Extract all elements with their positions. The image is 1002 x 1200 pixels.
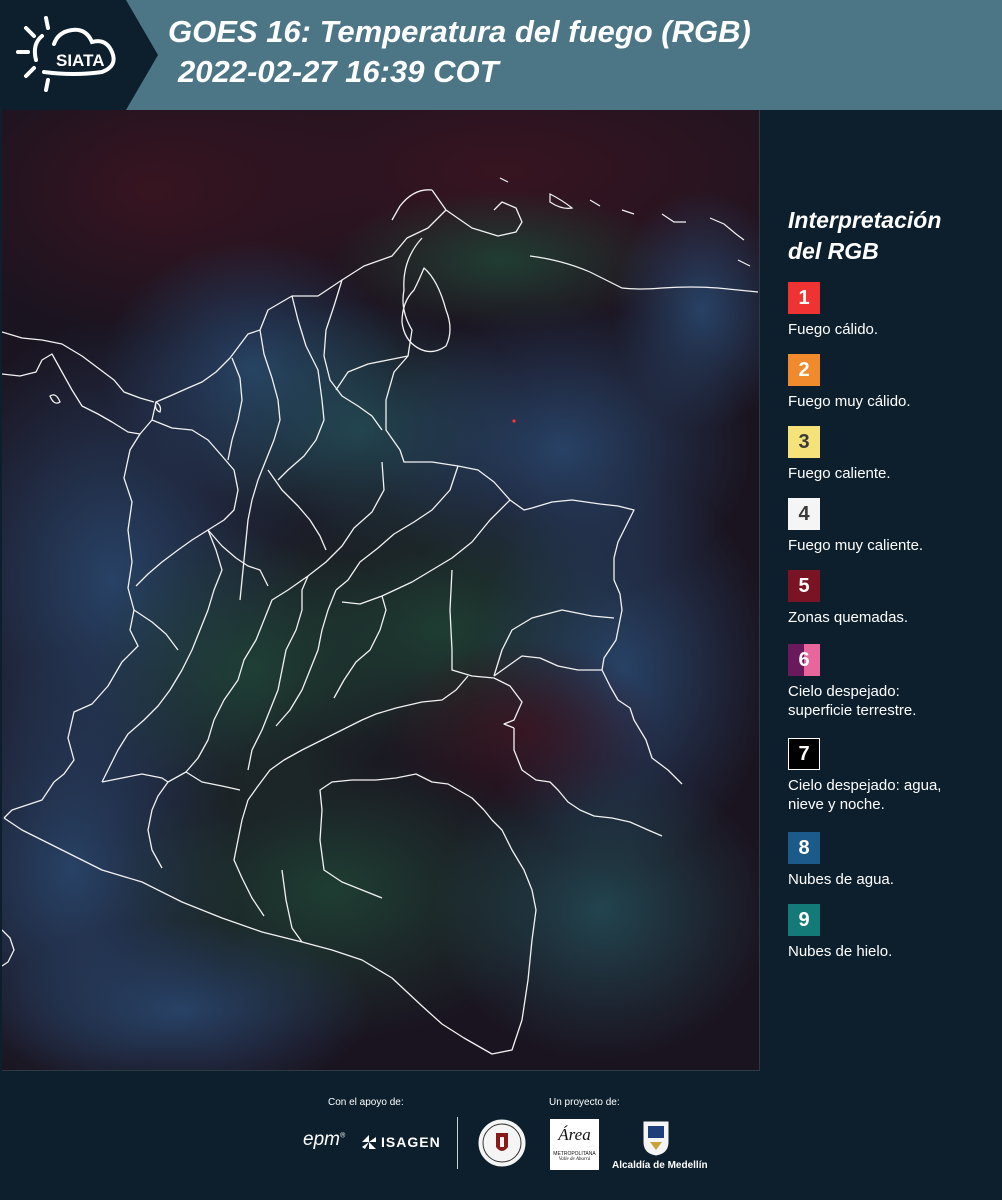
legend-number: 7 [798,742,810,765]
legend-number: 9 [798,908,810,931]
isagen-logo: ISAGEN [360,1133,441,1151]
legend-label: Fuego muy cálido. [788,393,911,410]
legend-panel: Interpretación del RGB [788,205,998,277]
legend-label: Cielo despejado: superficie terrestre. [788,683,917,719]
legend-item-7: 7 Cielo despejado: agua, nieve y noche. [788,738,998,814]
legend-swatch-7: 7 [788,738,820,770]
university-seal-icon [477,1118,527,1168]
area-metropolitana-logo: Área METROPOLITANA Valle de Aburrá [550,1119,599,1170]
legend-swatch-2: 2 [788,354,820,386]
legend-title: Interpretación del RGB [788,205,998,267]
alcaldia-label: Alcaldía de Medellín [612,1160,708,1171]
legend-label: Fuego cálido. [788,321,879,338]
project-label: Un proyecto de: [549,1097,620,1108]
legend-number: 8 [798,836,810,859]
legend-item-8: 8 Nubes de agua. [788,832,998,889]
legend-title-line1: Interpretación [788,207,942,233]
legend-label: Fuego caliente. [788,465,891,482]
legend-item-9: 9 Nubes de hielo. [788,904,998,961]
legend-number: 2 [798,358,810,381]
area-logo-name: Área [558,1125,591,1144]
legend-swatch-3: 3 [788,426,820,458]
alcaldia-shield-icon [642,1120,670,1157]
legend-item-5: 5 Zonas quemadas. [788,570,998,627]
logo-block: SIATA [0,0,158,110]
legend-swatch-8: 8 [788,832,820,864]
page-timestamp: 2022-02-27 16:39 COT [178,54,499,89]
legend-label: Cielo despejado: agua, nieve y noche. [788,777,942,813]
legend-title-line2: del RGB [788,238,879,264]
legend-label: Fuego muy caliente. [788,537,924,554]
legend-number: 1 [798,286,810,309]
support-label: Con el apoyo de: [328,1097,404,1108]
legend-swatch-6: 6 [788,644,820,676]
legend-item-6: 6 Cielo despejado: superficie terrestre. [788,644,998,720]
legend-label: Zonas quemadas. [788,609,909,626]
legend-number: 6 [798,648,810,671]
page-title: GOES 16: Temperatura del fuego (RGB) [168,14,751,49]
isagen-text: ISAGEN [381,1134,441,1150]
satellite-map [2,110,760,1071]
legend-item-4: 4 Fuego muy caliente. [788,498,998,555]
legend-label: Nubes de agua. [788,871,894,888]
legend-number: 3 [798,430,810,453]
epm-logo-text: epm [303,1129,340,1150]
legend-item-2: 2 Fuego muy cálido. [788,354,998,411]
legend-item-3: 3 Fuego caliente. [788,426,998,483]
legend-number: 5 [798,574,810,597]
legend-swatch-9: 9 [788,904,820,936]
epm-logo: epm® [303,1129,346,1150]
legend-swatch-5: 5 [788,570,820,602]
isagen-icon [362,1135,376,1149]
footer-divider [457,1117,458,1169]
siata-logo-icon: SIATA [16,16,116,92]
satellite-image [2,110,759,1070]
legend-label: Nubes de hielo. [788,943,893,960]
area-logo-line2: Valle de Aburrá [558,1157,591,1162]
legend-item-1: 1 Fuego cálido. [788,282,998,339]
header-bar: SIATA GOES 16: Temperatura del fuego (RG… [0,0,1002,110]
svg-text:SIATA: SIATA [56,51,104,70]
legend-number: 4 [798,502,810,525]
legend-swatch-1: 1 [788,282,820,314]
legend-swatch-4: 4 [788,498,820,530]
